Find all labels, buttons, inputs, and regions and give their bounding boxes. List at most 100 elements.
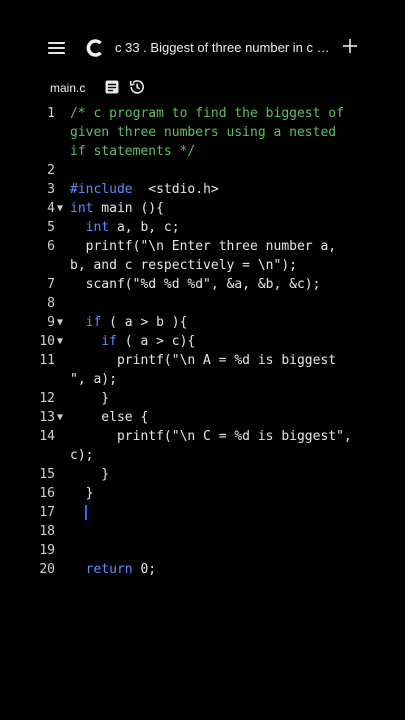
code-text: /* c program to find the biggest of bbox=[70, 104, 344, 123]
file-tab-main-c[interactable]: main.c bbox=[50, 81, 85, 95]
code-text: else { bbox=[70, 408, 148, 427]
code-token: if bbox=[101, 334, 117, 349]
fold-arrow-icon[interactable]: ▼ bbox=[57, 332, 63, 351]
app-logo-icon[interactable] bbox=[85, 38, 105, 58]
code-line[interactable]: 16 } bbox=[0, 484, 405, 503]
code-token: main (){ bbox=[93, 201, 164, 216]
code-text: b, and c respectively = \n"); bbox=[70, 256, 297, 275]
code-text: printf("\n Enter three number a, bbox=[70, 237, 336, 256]
line-number: 3 bbox=[47, 182, 55, 197]
code-line[interactable]: given three numbers using a nested bbox=[0, 123, 405, 142]
code-token: int bbox=[85, 220, 110, 235]
code-line[interactable]: 6 printf("\n Enter three number a, bbox=[0, 237, 405, 256]
code-line[interactable]: 7 scanf("%d %d %d", &a, &b, &c); bbox=[0, 275, 405, 294]
code-text: } bbox=[70, 484, 94, 503]
code-line[interactable]: if statements */ bbox=[0, 142, 405, 161]
code-text: int main (){ bbox=[70, 199, 164, 218]
line-number: 4 bbox=[47, 201, 55, 216]
file-bar: main.c bbox=[0, 78, 405, 100]
line-number: 19 bbox=[39, 543, 55, 558]
line-number: 5 bbox=[47, 220, 55, 235]
code-token: a, b, c; bbox=[109, 220, 180, 235]
code-token: printf("\n A = %d is biggest bbox=[70, 353, 337, 368]
code-line[interactable]: 12 } bbox=[0, 389, 405, 408]
line-number: 10 bbox=[39, 334, 55, 349]
plus-icon[interactable] bbox=[340, 36, 360, 56]
line-number: 16 bbox=[39, 486, 55, 501]
code-line[interactable]: 1 /* c program to find the biggest of bbox=[0, 104, 405, 123]
code-text: } bbox=[70, 465, 109, 484]
code-line[interactable]: ", a); bbox=[0, 370, 405, 389]
line-number: 13 bbox=[39, 410, 55, 425]
line-number: 2 bbox=[47, 163, 55, 178]
code-line[interactable]: 20 return 0; bbox=[0, 560, 405, 579]
hamburger-menu-icon[interactable] bbox=[48, 42, 65, 54]
history-icon[interactable] bbox=[128, 78, 146, 96]
code-token: b, and c respectively = \n"); bbox=[70, 258, 297, 273]
code-line[interactable]: 8 bbox=[0, 294, 405, 313]
code-line[interactable]: 9 ▼ if ( a > b ){ bbox=[0, 313, 405, 332]
code-text: } bbox=[70, 389, 109, 408]
fold-arrow-icon[interactable]: ▼ bbox=[57, 199, 63, 218]
line-number: 20 bbox=[39, 562, 55, 577]
code-line[interactable]: c); bbox=[0, 446, 405, 465]
code-token: c); bbox=[70, 448, 94, 463]
line-number: 17 bbox=[39, 505, 55, 520]
code-text: scanf("%d %d %d", &a, &b, &c); bbox=[70, 275, 321, 294]
code-token: 0; bbox=[132, 562, 157, 577]
code-line[interactable]: 19 bbox=[0, 541, 405, 560]
code-line[interactable]: 4 ▼ int main (){ bbox=[0, 199, 405, 218]
code-token: /* c program to find the biggest of bbox=[70, 106, 344, 121]
top-bar: c 33 . Biggest of three number in c pro.… bbox=[0, 28, 405, 68]
line-number: 1 bbox=[47, 106, 55, 121]
code-token: printf("\n C = %d is biggest", bbox=[70, 429, 352, 444]
code-token: ( a > b ){ bbox=[101, 315, 188, 330]
page-title: c 33 . Biggest of three number in c pro.… bbox=[115, 40, 330, 55]
line-number: 7 bbox=[47, 277, 55, 292]
code-token: <stdio.h> bbox=[132, 182, 219, 197]
document-icon[interactable] bbox=[105, 80, 119, 94]
line-number: 12 bbox=[39, 391, 55, 406]
line-number: 8 bbox=[47, 296, 55, 311]
code-token: return bbox=[85, 562, 133, 577]
code-line[interactable]: 18 bbox=[0, 522, 405, 541]
code-token: } bbox=[70, 486, 94, 501]
text-cursor bbox=[85, 505, 87, 520]
line-number: 11 bbox=[39, 353, 55, 368]
fold-arrow-icon[interactable]: ▼ bbox=[57, 408, 63, 427]
line-number: 14 bbox=[39, 429, 55, 444]
code-line[interactable]: 15 } bbox=[0, 465, 405, 484]
code-text: c); bbox=[70, 446, 93, 465]
code-line[interactable]: 2 bbox=[0, 161, 405, 180]
line-number: 9 bbox=[47, 315, 55, 330]
line-number: 6 bbox=[47, 239, 55, 254]
code-token: #include bbox=[70, 182, 133, 197]
code-editor[interactable]: 1 /* c program to find the biggest of give… bbox=[0, 104, 405, 579]
fold-arrow-icon[interactable]: ▼ bbox=[57, 313, 63, 332]
code-line[interactable]: 13 ▼ else { bbox=[0, 408, 405, 427]
code-token: ", a); bbox=[70, 372, 117, 387]
code-text: if ( a > c){ bbox=[70, 332, 195, 351]
code-text: int a, b, c; bbox=[70, 218, 180, 237]
code-text: printf("\n A = %d is biggest bbox=[70, 351, 336, 370]
code-token: } bbox=[70, 391, 110, 406]
code-token: given three numbers using a nested bbox=[70, 125, 337, 140]
code-line[interactable]: b, and c respectively = \n"); bbox=[0, 256, 405, 275]
code-token: ( a > c){ bbox=[116, 334, 196, 349]
code-token: } bbox=[70, 467, 110, 482]
code-line[interactable]: 5 int a, b, c; bbox=[0, 218, 405, 237]
code-text: printf("\n C = %d is biggest", bbox=[70, 427, 352, 446]
code-token: int bbox=[70, 201, 94, 216]
code-line[interactable]: 11 printf("\n A = %d is biggest bbox=[0, 351, 405, 370]
code-line[interactable]: 3 #include <stdio.h> bbox=[0, 180, 405, 199]
code-token: scanf("%d %d %d", &a, &b, &c); bbox=[70, 277, 321, 292]
code-text: #include <stdio.h> bbox=[70, 180, 219, 199]
code-line[interactable]: 10 ▼ if ( a > c){ bbox=[0, 332, 405, 351]
code-line[interactable]: 17 bbox=[0, 503, 405, 522]
code-line[interactable]: 14 printf("\n C = %d is biggest", bbox=[0, 427, 405, 446]
code-token: else { bbox=[70, 410, 149, 425]
